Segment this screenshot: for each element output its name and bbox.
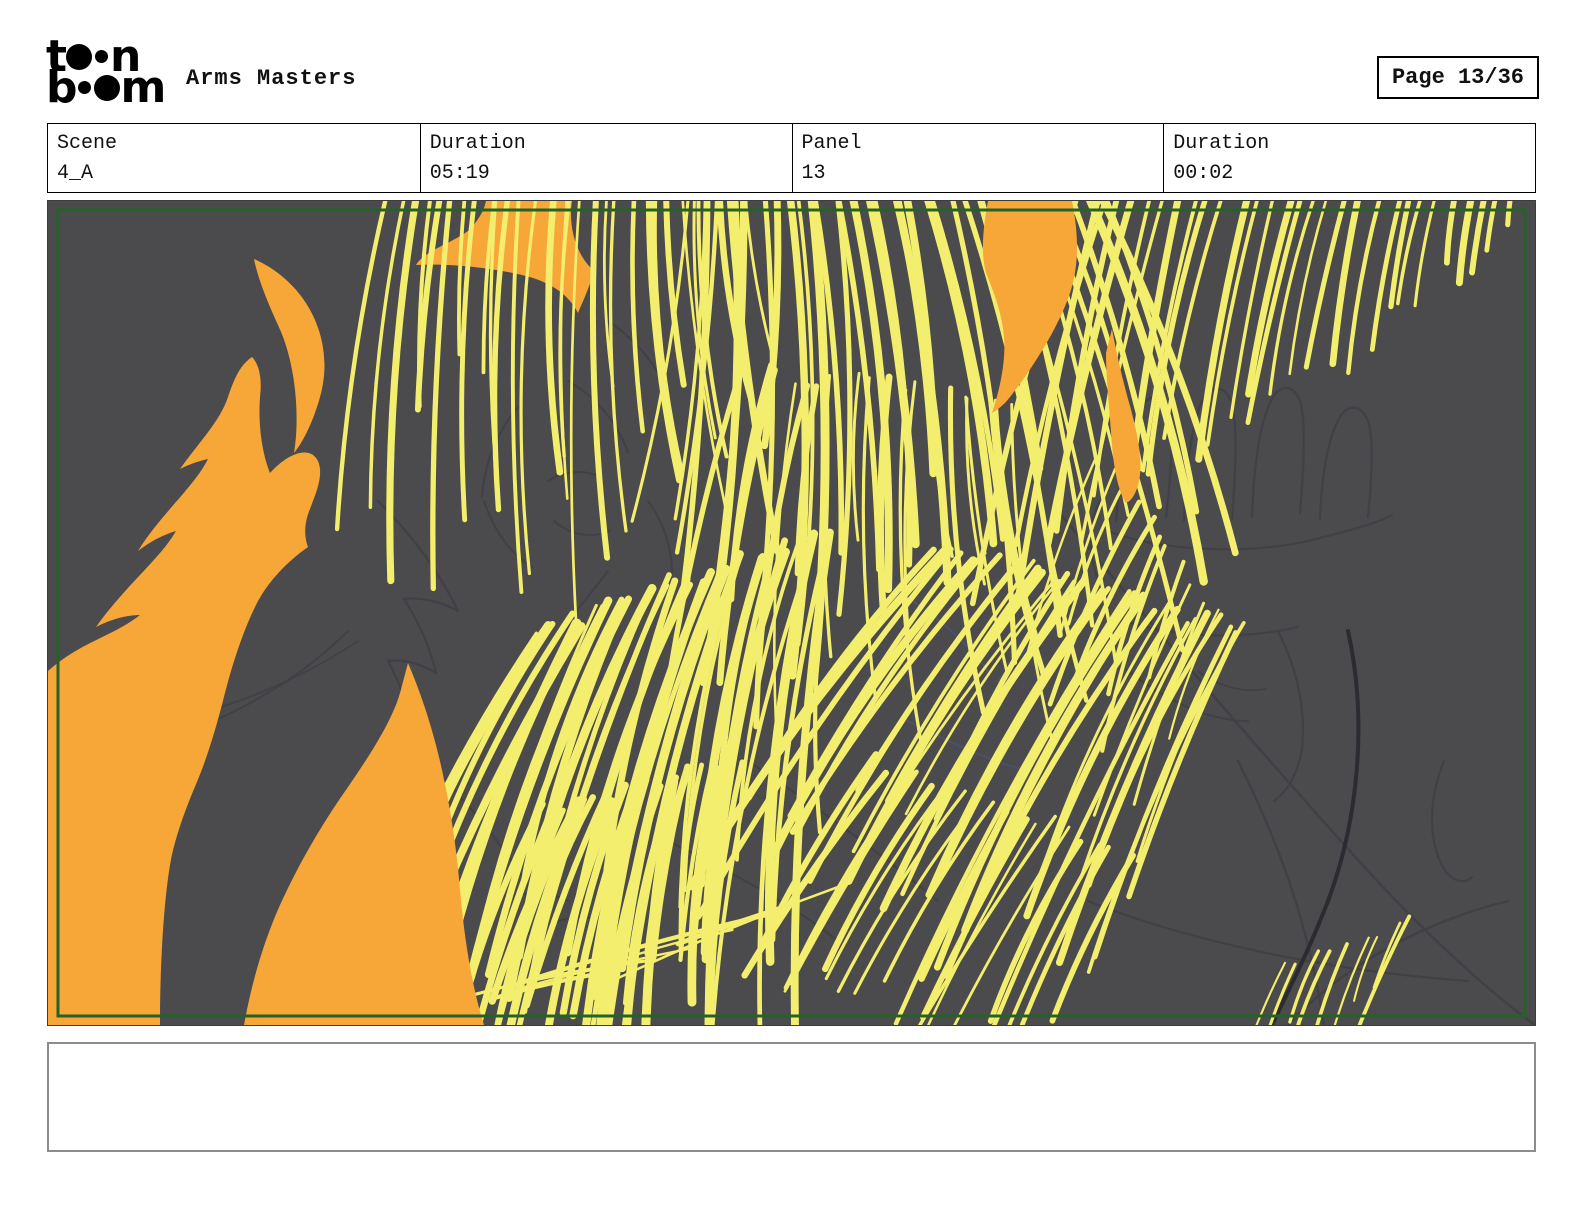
scene-value: 4_A — [57, 162, 94, 185]
storyboard-sheet: t n b m Arms Masters Page 13/36 Scene 4_… — [0, 0, 1584, 1224]
page-number-badge: Page 13/36 — [1376, 56, 1539, 99]
logo-dot-icon — [93, 74, 120, 101]
project-title: Arms Masters — [186, 66, 357, 91]
caption-box — [47, 1042, 1536, 1152]
panel-duration-value: 00:02 — [1173, 162, 1234, 185]
logo-dot-icon — [77, 81, 91, 94]
scene-duration-value: 05:19 — [429, 162, 490, 185]
toonboom-logo: t n b m — [46, 35, 186, 113]
scene-label: Scene — [57, 132, 118, 155]
info-cell-scene-duration: Duration 05:19 — [419, 124, 792, 192]
info-cell-scene: Scene 4_A — [48, 124, 420, 192]
storyboard-panel-frame — [47, 200, 1536, 1026]
panel-value: 13 — [801, 162, 826, 185]
panel-duration-label: Duration — [1173, 132, 1270, 155]
logo-dot-icon — [95, 50, 109, 63]
panel-label: Panel — [801, 132, 862, 155]
panel-info-table: Scene 4_A Duration 05:19 Panel 13 Durati… — [47, 123, 1536, 193]
scene-duration-label: Duration — [429, 132, 526, 155]
logo-letter-b: b — [46, 62, 77, 113]
info-cell-panel: Panel 13 — [791, 124, 1164, 192]
storyboard-panel-artwork — [48, 201, 1535, 1025]
info-cell-panel-duration: Duration 00:02 — [1163, 124, 1535, 192]
logo-letter-m: m — [120, 62, 167, 113]
